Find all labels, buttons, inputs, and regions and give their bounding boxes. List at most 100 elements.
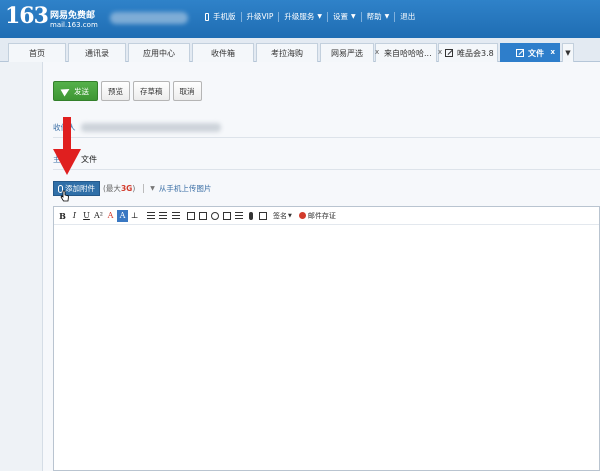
tab-vip-38-label: 唯品会3.8 [457,48,494,58]
tab-kaola-label: 考拉海购 [271,48,303,58]
logo-number: 163 [5,3,49,29]
compose-icon [516,49,524,57]
tab-compose-label: 文件 [528,48,544,58]
insert-image-icon[interactable] [185,210,196,222]
max-size-prefix: (最大 [103,184,121,193]
nav-help[interactable]: 帮助 ▼ [362,11,395,22]
ordered-list-icon[interactable] [157,210,168,222]
tab-home[interactable]: 首页 [8,43,66,62]
unordered-list-bars [171,211,180,220]
template-icon[interactable] [257,210,268,222]
tab-home-label: 首页 [29,48,45,58]
highlight-color-button[interactable]: A [117,209,128,222]
rich-text-editor: B I U A² A A ⊥ 签名 ▼ 邮件存证 [53,206,600,471]
tab-compose-active[interactable]: 文件 x [500,43,560,62]
close-icon[interactable]: x [550,48,555,56]
cancel-button[interactable]: 取消 [172,81,202,101]
max-size-value: 3G [120,184,133,193]
send-icon [60,85,72,97]
emoji-icon[interactable] [209,210,220,222]
save-draft-button[interactable]: 存草稿 [133,81,170,101]
recipient-row: 收件人 [53,118,600,138]
nav-upgrade-service-label: 升级服务 [284,12,315,21]
seal-icon [298,212,306,219]
tab-contacts-label: 通讯录 [85,48,109,58]
hand-cursor-icon [60,190,69,202]
user-account-blurred[interactable] [110,12,188,24]
chevron-down-icon: ▼ [288,212,292,219]
nav-settings-label: 设置 [333,12,348,21]
nav-upgrade-vip-label: 升级VIP [246,12,274,21]
nav-mobile[interactable]: 手机版 [200,11,241,22]
tab-vip-38[interactable]: x 唯品会3.8 [438,43,498,62]
insert-file-icon[interactable] [221,210,232,222]
image-box [186,211,195,220]
screenshot-box [198,211,207,220]
nav-settings[interactable]: 设置 ▼ [328,11,361,22]
nav-mobile-label: 手机版 [213,12,236,21]
nav-logout-label: 退出 [400,12,416,21]
italic-button[interactable]: I [69,210,80,222]
subject-input[interactable]: 文件 [81,154,97,165]
chevron-down-icon: ▼ [317,13,322,20]
microphone-icon[interactable] [245,210,256,222]
mail-seal-button[interactable]: 邮件存证 [298,211,336,221]
font-size-button[interactable]: A² [93,210,104,222]
tab-overflow-button[interactable]: ▼ [562,43,574,62]
table-bars [234,211,243,220]
tab-contacts[interactable]: 通讯录 [68,43,126,62]
chevron-down-icon: ▼ [351,13,356,20]
ordered-list-bars [158,211,167,220]
nav-upgrade-service[interactable]: 升级服务 ▼ [279,11,327,22]
mic-shape [248,211,253,220]
tab-bar: 首页 通讯录 应用中心 收件箱 考拉海购 网易严选 x 来自哈哈哈... x 唯… [0,38,600,62]
align-left-icon[interactable] [145,210,156,222]
format-toolbar: B I U A² A A ⊥ 签名 ▼ 邮件存证 [54,207,599,225]
send-button[interactable]: 发送 [53,81,98,101]
screenshot-icon[interactable] [197,210,208,222]
preview-label: 预览 [108,86,123,96]
logo-name: 网易免费邮 [50,11,96,21]
seal-label: 邮件存证 [307,211,336,220]
recipient-input[interactable] [81,123,221,132]
send-label: 发送 [74,86,89,96]
tab-inbox-label: 收件箱 [211,48,235,58]
tab-kaola[interactable]: 考拉海购 [256,43,318,62]
red-arrow-annotation-icon [53,117,81,175]
top-nav: 手机版 升级VIP 升级服务 ▼ 设置 ▼ 帮助 ▼ 退出 [200,11,420,22]
unordered-list-icon[interactable] [169,210,180,222]
tab-from-haha[interactable]: x 来自哈哈哈... [375,43,437,62]
tab-yanxuan-label: 网易严选 [331,48,363,58]
chevron-down-icon[interactable]: ▼ [150,185,155,192]
tab-app-center-label: 应用中心 [143,48,175,58]
attachment-max-size: (最大3G) [103,183,135,194]
tab-yanxuan[interactable]: 网易严选 [320,43,374,62]
tab-app-center[interactable]: 应用中心 [128,43,190,62]
nav-logout[interactable]: 退出 [395,11,420,22]
logo-domain: mail.163.com [50,21,98,29]
save-draft-label: 存草稿 [140,86,163,96]
preview-button[interactable]: 预览 [101,81,130,101]
close-icon[interactable]: x [438,48,442,56]
upload-from-phone-link[interactable]: 从手机上传图片 [159,183,212,194]
chevron-down-icon: ▼ [565,49,571,57]
signature-dropdown[interactable]: 签名 ▼ [273,211,292,221]
close-icon[interactable]: x [375,48,379,56]
table-icon[interactable] [233,210,244,222]
clear-format-icon[interactable]: ⊥ [129,210,140,222]
attachment-row: 添加附件 (最大3G) ▼ 从手机上传图片 [53,181,211,196]
template-box [258,211,267,220]
top-header: 163 网易免费邮 mail.163.com 手机版 升级VIP 升级服务 ▼ 设… [0,0,600,38]
font-color-button[interactable]: A [105,210,116,222]
editor-body[interactable] [54,226,599,470]
nav-help-label: 帮助 [366,12,382,21]
tab-inbox[interactable]: 收件箱 [192,43,254,62]
chevron-down-icon: ▼ [384,13,390,20]
cancel-label: 取消 [179,86,195,96]
nav-upgrade-vip[interactable]: 升级VIP [242,11,279,22]
bold-button[interactable]: B [57,210,68,222]
compose-icon [445,49,453,57]
align-left-bars [146,211,155,220]
max-size-suffix: ) [132,184,136,193]
underline-button[interactable]: U [81,210,92,222]
